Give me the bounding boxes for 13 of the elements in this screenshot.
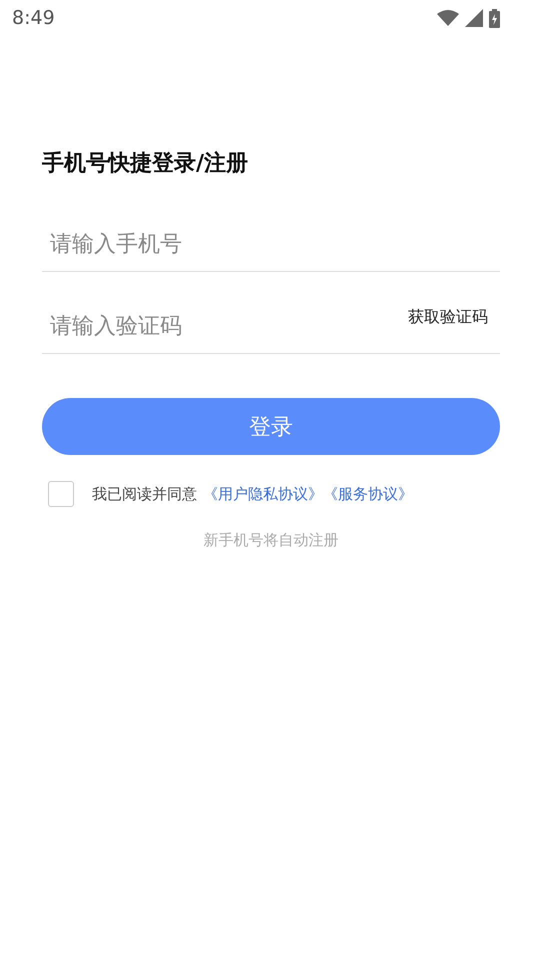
signal-icon (465, 9, 483, 27)
login-button[interactable]: 登录 (42, 398, 500, 455)
auto-register-note: 新手机号将自动注册 (202, 531, 340, 550)
code-input-field[interactable]: 请输入验证码 获取验证码 (42, 300, 500, 354)
page-title: 手机号快捷登录/注册 (42, 150, 250, 178)
status-time: 8:49 (12, 7, 55, 29)
battery-icon (489, 8, 500, 28)
get-code-link[interactable]: 获取验证码 (408, 307, 488, 328)
agreement-link[interactable]: 《用户隐私协议》 (203, 484, 323, 504)
agreement-checkbox[interactable] (48, 481, 74, 507)
agreement-text: 我已阅读并同意 (92, 484, 197, 504)
wifi-icon (437, 10, 459, 26)
agreement-link[interactable]: 《服务协议》 (323, 484, 413, 504)
